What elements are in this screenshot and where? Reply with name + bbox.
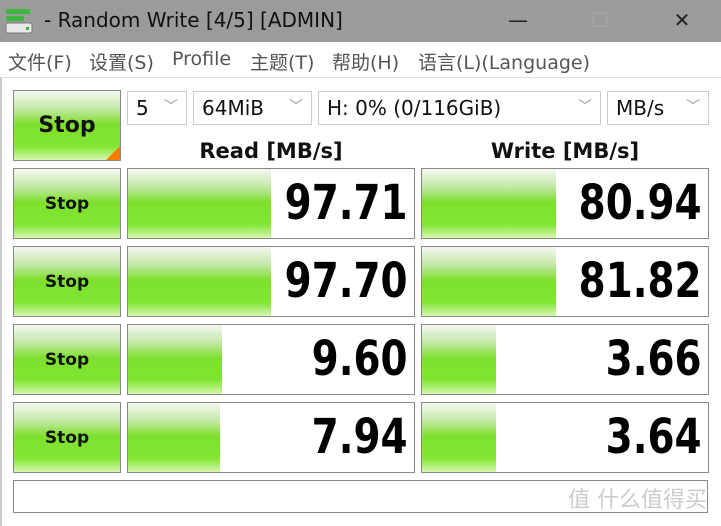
menu-file[interactable]: 文件(F) — [8, 48, 72, 75]
write-bar-fill — [422, 247, 557, 316]
write-result-cell: 81.82 — [421, 246, 709, 317]
count-value: 5 — [136, 96, 149, 120]
stop-test-button[interactable]: Stop — [13, 168, 121, 239]
menu-settings[interactable]: 设置(S) — [89, 48, 154, 75]
menu-profile[interactable]: Profile — [172, 48, 231, 70]
size-value: 64MiB — [202, 96, 264, 120]
write-value: 3.64 — [606, 409, 702, 465]
stop-all-label: Stop — [38, 113, 96, 138]
read-bar-fill — [128, 403, 220, 472]
write-result-cell: 3.64 — [421, 402, 709, 473]
read-result-cell: 9.60 — [127, 324, 415, 395]
size-select[interactable]: 64MiB ﹀ — [193, 91, 312, 125]
read-value: 9.60 — [312, 331, 408, 387]
drive-select[interactable]: H: 0% (0/116GiB) ﹀ — [318, 91, 601, 125]
read-result-cell: 97.71 — [127, 168, 415, 239]
write-bar-fill — [422, 169, 557, 238]
chevron-down-icon: ﹀ — [686, 99, 700, 115]
stop-test-button[interactable]: Stop — [13, 402, 121, 473]
write-bar-fill — [422, 403, 497, 472]
stop-test-button[interactable]: Stop — [13, 246, 121, 317]
stop-all-button[interactable]: Stop — [13, 90, 121, 161]
write-bar-fill — [422, 325, 497, 394]
close-button[interactable]: ✕ — [662, 8, 702, 32]
read-result-cell: 7.94 — [127, 402, 415, 473]
corner-indicator-icon — [106, 146, 120, 160]
read-bar-fill — [128, 325, 223, 394]
watermark-logo: 值 什么值得买 — [568, 488, 707, 513]
unit-value: MB/s — [616, 96, 665, 120]
write-header: Write [MB/s] — [490, 139, 640, 163]
window-title: - Random Write [4/5] [ADMIN] — [44, 8, 343, 32]
maximize-button[interactable]: ☐ — [580, 8, 620, 32]
write-value: 80.94 — [579, 175, 702, 231]
chevron-down-icon: ﹀ — [578, 99, 592, 115]
write-result-cell: 3.66 — [421, 324, 709, 395]
chevron-down-icon: ﹀ — [164, 99, 178, 115]
stop-test-label: Stop — [44, 349, 90, 370]
menu-help[interactable]: 帮助(H) — [332, 48, 399, 75]
read-bar-fill — [128, 247, 271, 316]
title-bar: - Random Write [4/5] [ADMIN] — ☐ ✕ — [0, 0, 721, 42]
write-result-cell: 80.94 — [421, 168, 709, 239]
stop-test-label: Stop — [44, 271, 90, 292]
menu-bar: 文件(F) 设置(S) Profile 主题(T) 帮助(H) 语言(L)(La… — [0, 42, 721, 78]
app-icon — [5, 9, 33, 34]
stop-test-label: Stop — [44, 427, 90, 448]
read-value: 97.71 — [285, 175, 408, 231]
minimize-button[interactable]: — — [498, 8, 538, 32]
read-value: 7.94 — [312, 409, 408, 465]
read-value: 97.70 — [285, 253, 408, 309]
write-value: 3.66 — [606, 331, 702, 387]
unit-select[interactable]: MB/s ﹀ — [607, 91, 709, 125]
write-value: 81.82 — [579, 253, 702, 309]
read-result-cell: 97.70 — [127, 246, 415, 317]
stop-test-button[interactable]: Stop — [13, 324, 121, 395]
menu-theme[interactable]: 主题(T) — [250, 48, 314, 75]
count-select[interactable]: 5 ﹀ — [127, 91, 187, 125]
stop-test-label: Stop — [44, 193, 90, 214]
menu-language[interactable]: 语言(L)(Language) — [418, 48, 590, 75]
read-header: Read [MB/s] — [199, 139, 343, 163]
chevron-down-icon: ﹀ — [289, 99, 303, 115]
drive-value: H: 0% (0/116GiB) — [327, 96, 502, 120]
read-bar-fill — [128, 169, 271, 238]
